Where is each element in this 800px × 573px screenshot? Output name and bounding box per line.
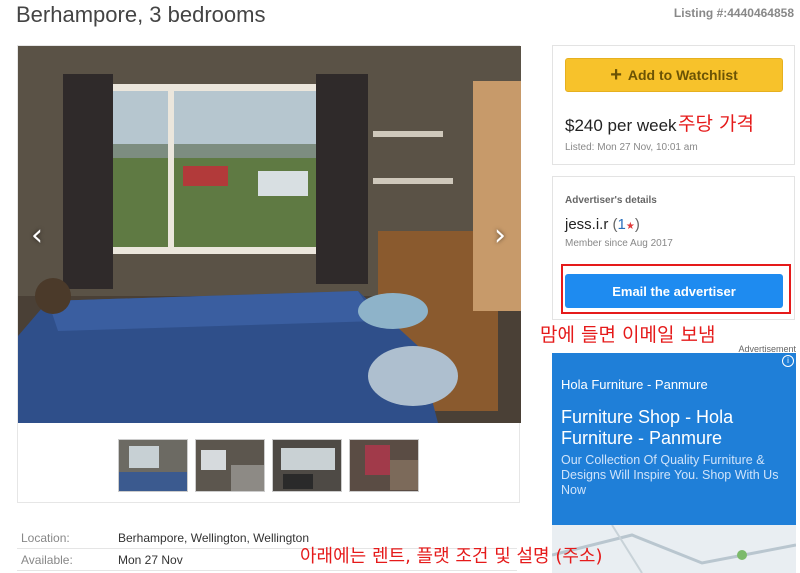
ad-title[interactable]: Furniture Shop - Hola Furniture - Panmur… (561, 407, 791, 449)
weekly-price: $240 per week (565, 116, 677, 135)
ad-small-title[interactable]: Hola Furniture - Panmure (561, 377, 708, 392)
price-panel: + Add to Watchlist $240 per week Listed:… (552, 45, 795, 165)
detail-label: Location: (21, 530, 70, 545)
add-to-watchlist-button[interactable]: + Add to Watchlist (565, 58, 783, 92)
watchlist-label: Add to Watchlist (627, 67, 738, 83)
listing-number: Listing #:4440464858 (673, 6, 794, 20)
detail-value: Mon 27 Nov (118, 552, 183, 567)
email-annotation: 맘에 들면 이메일 보냄 (540, 324, 716, 346)
feedback-count[interactable]: 1 (618, 216, 626, 233)
ad-description: Our Collection Of Quality Furniture & De… (561, 453, 779, 497)
thumbnail-kitchen[interactable] (195, 439, 265, 492)
advertiser-heading: Advertiser's details (565, 195, 657, 206)
member-since: Member since Aug 2017 (565, 238, 673, 249)
detail-label: Available: (21, 552, 73, 567)
next-photo-button[interactable]: › (485, 216, 515, 256)
main-photo[interactable]: ‹ › (18, 46, 521, 423)
listed-date: Listed: Mon 27 Nov, 10:01 am (565, 142, 698, 153)
thumbnail-living[interactable] (272, 439, 342, 492)
bottom-annotation: 아래에는 렌트, 플랫 조건 및 설명 (주소) (300, 546, 603, 567)
advertiser-name[interactable]: jess.i.r (565, 216, 608, 233)
previous-photo-button[interactable]: ‹ (22, 216, 52, 256)
advertisement-banner[interactable]: i Hola Furniture - Panmure Furniture Sho… (552, 353, 796, 573)
star-icon: ★ (625, 221, 635, 232)
photo-gallery: ‹ › (17, 45, 521, 503)
plus-icon: + (610, 64, 622, 86)
thumbnail-room[interactable] (349, 439, 419, 492)
highlight-box (561, 264, 791, 314)
thumbnail-strip (118, 439, 419, 493)
detail-value: Berhampore, Wellington, Wellington (118, 530, 309, 545)
price-annotation: 주당 가격 (678, 113, 754, 135)
page-title: Berhampore, 3 bedrooms (16, 2, 266, 27)
advertiser-name-row: jess.i.r (1★) (565, 216, 640, 233)
thumbnail-bedroom[interactable] (118, 439, 188, 492)
ad-info-icon[interactable]: i (782, 355, 794, 367)
